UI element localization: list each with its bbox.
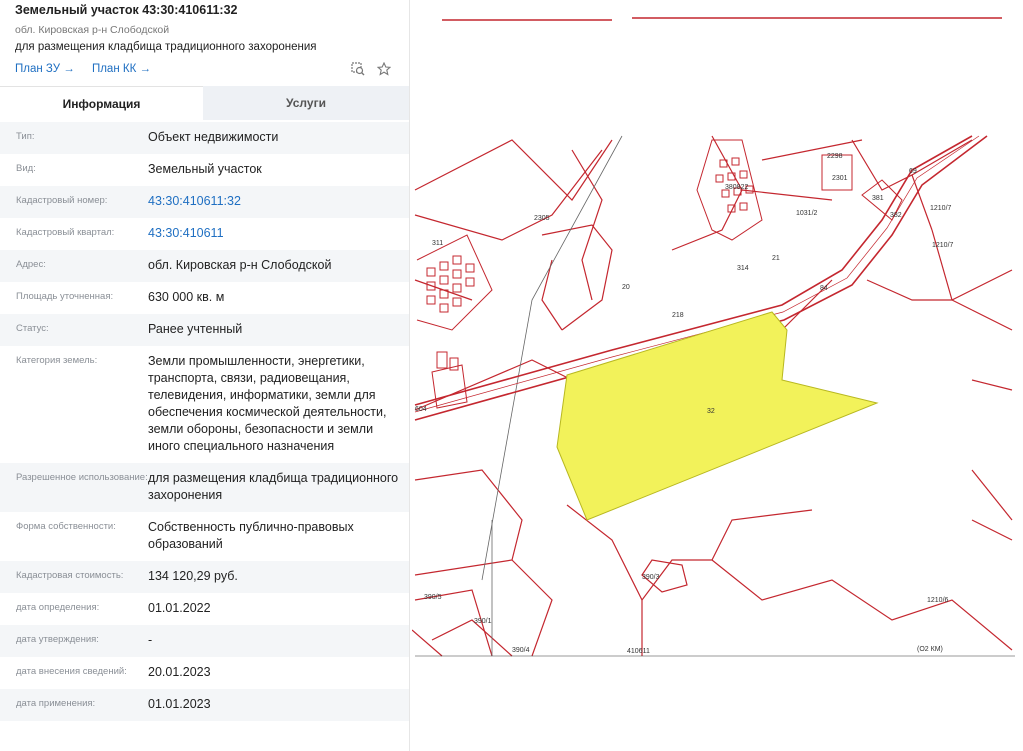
row-key: Форма собственности: [16, 521, 116, 532]
cadastral-map[interactable]: 32 2305 20 314 311 21 84 69 382 381 1210… [412, 0, 1023, 751]
row-area: Площадь уточненная: 630 000 кв. м [0, 282, 409, 314]
row-key: Кадастровый квартал: [16, 227, 115, 238]
tab-services[interactable]: Услуги [203, 86, 409, 120]
parcel-label: 604 [415, 406, 427, 413]
row-value: обл. Кировская р-н Слободской [148, 258, 332, 272]
parcel-label: 2305 [534, 215, 550, 222]
row-value: 01.01.2022 [148, 601, 211, 615]
row-value: - [148, 633, 153, 647]
row-key: Категория земель: [16, 355, 98, 366]
info-panel: Земельный участок 43:30:410611:32 обл. К… [0, 0, 410, 751]
parcel-label: 314 [737, 265, 749, 272]
row-type: Тип: Объект недвижимости [0, 122, 409, 154]
parcel-label: 1031/2 [796, 210, 818, 217]
parcel-label: 382 [890, 212, 902, 219]
row-key: Площадь уточненная: [16, 291, 114, 302]
parcel-label: 69 [909, 168, 917, 175]
row-value: Земли промышленности, энергетики, трансп… [148, 354, 387, 453]
road-label: 218 [672, 312, 684, 319]
row-key: Разрешенное использование: [16, 472, 148, 483]
parcel-label-main: 32 [707, 408, 715, 415]
row-value: Собственность публично-правовых образова… [148, 520, 354, 551]
parcel-label: 1210/7 [932, 242, 954, 249]
row-value: Земельный участок [148, 162, 262, 176]
quarter-label: 410611 [627, 648, 650, 655]
parcel-label: 390/3 [642, 574, 660, 581]
row-value: 01.01.2023 [148, 697, 211, 711]
search-area-icon[interactable] [351, 62, 365, 76]
parcel-label: 381 [872, 195, 884, 202]
row-key: дата определения: [16, 602, 100, 613]
row-key: дата внесения сведений: [16, 666, 127, 677]
row-key: Тип: [16, 131, 35, 142]
parcel-label: 390/4 [512, 647, 530, 654]
map-drawing [412, 17, 1015, 657]
address-subtitle: обл. Кировская р-н Слободской [15, 24, 170, 36]
row-kind: Вид: Земельный участок [0, 154, 409, 186]
tab-information[interactable]: Информация [0, 86, 203, 120]
plan-links: План ЗУ → План КК → [15, 63, 165, 75]
row-value: 134 120,29 руб. [148, 569, 238, 583]
row-permitted-use: Разрешенное использование: для размещения… [0, 463, 409, 512]
row-cadastral-quarter: Кадастровый квартал: 43:30:410611 [0, 218, 409, 250]
parcel-label: 380822 [725, 184, 749, 191]
row-date-applied: дата применения: 01.01.2023 [0, 689, 409, 721]
row-date-approved: дата утверждения: - [0, 625, 409, 657]
tabs: Информация Услуги [0, 86, 409, 120]
plan-zu-link[interactable]: План ЗУ → [15, 63, 75, 75]
row-ownership: Форма собственности: Собственность публич… [0, 512, 409, 561]
row-land-category: Категория земель: Земли промышленности, э… [0, 346, 409, 463]
scale-label: (О2 КМ) [917, 646, 943, 653]
star-icon[interactable] [376, 61, 392, 76]
parcel-label: 390/1 [474, 618, 492, 625]
plan-kk-link[interactable]: План КК → [92, 63, 151, 75]
parcel-label: 20 [622, 284, 630, 291]
row-key: дата применения: [16, 698, 96, 709]
row-value: Ранее учтенный [148, 322, 243, 336]
tool-icons [351, 61, 392, 76]
row-key: Вид: [16, 163, 36, 174]
row-status: Статус: Ранее учтенный [0, 314, 409, 346]
row-key: Кадастровая стоимость: [16, 570, 124, 581]
row-key: Статус: [16, 323, 49, 334]
row-date-entered: дата внесения сведений: 20.01.2023 [0, 657, 409, 689]
parcel-label: 1210/6 [927, 597, 949, 604]
info-table: Тип: Объект недвижимости Вид: Земельный уч… [0, 122, 409, 721]
parcel-label: 21 [772, 255, 780, 262]
row-value: 630 000 кв. м [148, 290, 225, 304]
cadastral-number-link[interactable]: 43:30:410611:32 [148, 193, 409, 210]
row-date-determined: дата определения: 01.01.2022 [0, 593, 409, 625]
row-cadastral-number: Кадастровый номер: 43:30:410611:32 [0, 186, 409, 218]
page-title: Земельный участок 43:30:410611:32 [15, 3, 238, 17]
row-cadastral-value: Кадастровая стоимость: 134 120,29 руб. [0, 561, 409, 593]
row-value: для размещения кладбища традиционного за… [148, 471, 399, 502]
parcel-label: 390/5 [424, 594, 442, 601]
row-key: дата утверждения: [16, 634, 99, 645]
purpose-text: для размещения кладбища традиционного за… [15, 41, 317, 53]
parcel-label: 1210/7 [930, 205, 952, 212]
parcel-label: 2301 [832, 175, 848, 182]
row-key: Кадастровый номер: [16, 195, 108, 206]
row-value: Объект недвижимости [148, 130, 279, 144]
row-key: Адрес: [16, 259, 46, 270]
parcel-label: 84 [820, 285, 828, 292]
row-value: 20.01.2023 [148, 665, 211, 679]
parcel-label: 2298 [827, 153, 843, 160]
row-address: Адрес: обл. Кировская р-н Слободской [0, 250, 409, 282]
cadastral-quarter-link[interactable]: 43:30:410611 [148, 225, 409, 242]
parcel-label: 311 [432, 240, 444, 247]
